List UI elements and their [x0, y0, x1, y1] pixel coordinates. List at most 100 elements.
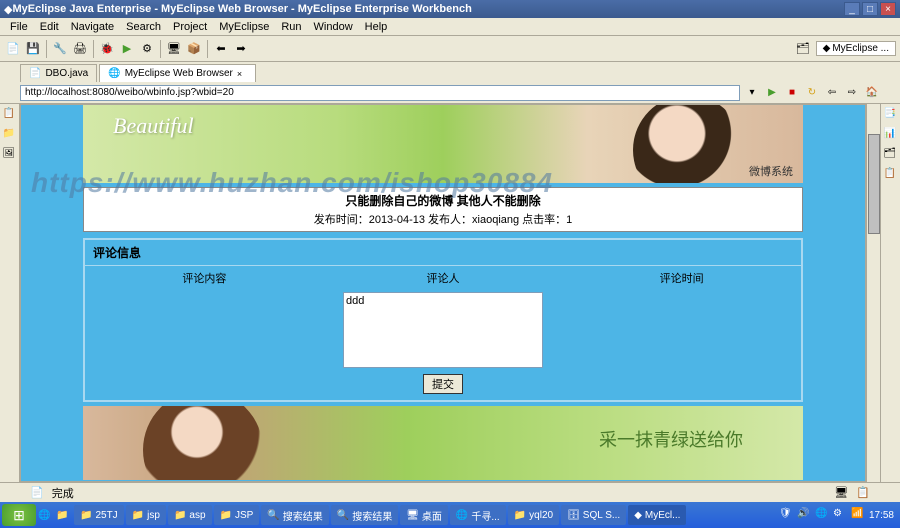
window-controls: _ □ × — [844, 2, 896, 16]
menu-file[interactable]: File — [4, 21, 34, 33]
debug-icon[interactable]: 🐞 — [98, 40, 116, 58]
task-item[interactable]: 🗄SQL S... — [561, 505, 626, 525]
task-item[interactable]: 📁asp — [168, 505, 212, 525]
toolbar: 📄 💾 🔧 🖨 🐞 ▶ ⚙ 🖥 📦 ⬅ ➡ 🗂 ◆ MyEclipse ... — [0, 36, 900, 62]
separator — [46, 40, 47, 58]
editor-area: 📋 📁 🖼 https://www.huzhan.com/ishop30884 … — [0, 104, 900, 482]
browser-viewport: https://www.huzhan.com/ishop30884 Beauti… — [20, 104, 866, 482]
tray-icon[interactable]: 🌐 — [815, 508, 829, 522]
col-author: 评论人 — [324, 270, 563, 286]
comment-form — [85, 290, 801, 374]
comment-header: 评论信息 — [85, 240, 801, 266]
col-time: 评论时间 — [562, 270, 801, 286]
status-bar: 📄 完成 🖥 📋 — [0, 482, 900, 502]
forward-icon[interactable]: ➡ — [232, 40, 250, 58]
new-icon[interactable]: 📄 — [4, 40, 22, 58]
status-icon-right: 🖥 — [834, 486, 848, 499]
clock[interactable]: 17:58 — [869, 510, 894, 521]
close-button[interactable]: × — [880, 2, 896, 16]
external-icon[interactable]: ⚙ — [138, 40, 156, 58]
scroll-thumb[interactable] — [868, 134, 880, 234]
window-titlebar: ◆ MyEclipse Java Enterprise - MyEclipse … — [0, 0, 900, 18]
java-file-icon: 📄 — [29, 68, 41, 79]
run-icon[interactable]: ▶ — [118, 40, 136, 58]
col-content: 评论内容 — [85, 270, 324, 286]
quicklaunch-icon[interactable]: 📁 — [56, 510, 72, 521]
post-section: 只能删除自己的微博 其他人不能删除 发布时间：2013-04-13 发布人：xi… — [83, 187, 803, 232]
view-icon[interactable]: 🗂 — [884, 148, 898, 162]
menu-window[interactable]: Window — [308, 21, 359, 33]
outline-icon[interactable]: 📑 — [884, 108, 898, 122]
close-tab-icon[interactable]: × — [237, 69, 247, 79]
submit-button[interactable]: 提交 — [423, 374, 463, 394]
maximize-button[interactable]: □ — [862, 2, 878, 16]
print-icon[interactable]: 🖨 — [71, 40, 89, 58]
perspective-switcher-icon[interactable]: 🗂 — [794, 40, 812, 58]
back-icon[interactable]: ⬅ — [212, 40, 230, 58]
nav-forward-icon[interactable]: ⇨ — [844, 85, 860, 101]
comment-box: 评论信息 评论内容 评论人 评论时间 提交 — [83, 238, 803, 402]
nav-back-icon[interactable]: ⇦ — [824, 85, 840, 101]
status-icon-right: 📋 — [856, 486, 870, 499]
separator — [160, 40, 161, 58]
menu-navigate[interactable]: Navigate — [65, 21, 120, 33]
save-icon[interactable]: 💾 — [24, 40, 42, 58]
comment-textarea[interactable] — [343, 292, 543, 368]
menu-project[interactable]: Project — [167, 21, 213, 33]
start-button[interactable]: ⊞ — [2, 504, 36, 526]
task-item-active[interactable]: ◆MyEcl... — [628, 505, 686, 525]
status-text: 完成 — [52, 485, 74, 501]
banner-top-text: Beautiful — [113, 113, 194, 139]
perspective-label: MyEclipse ... — [832, 43, 889, 54]
menu-help[interactable]: Help — [359, 21, 394, 33]
post-title: 只能删除自己的微博 其他人不能删除 — [84, 192, 802, 209]
stop-icon[interactable]: ■ — [784, 85, 800, 101]
tab-label: DBO.java — [45, 68, 88, 79]
perspective-button[interactable]: ◆ MyEclipse ... — [816, 41, 896, 56]
task-item[interactable]: 🖥桌面 — [400, 505, 448, 525]
myeclipse-icon: ◆ — [823, 43, 831, 54]
url-input[interactable] — [20, 85, 740, 101]
task-item[interactable]: 🔍搜索结果 — [331, 505, 398, 525]
window-title: MyEclipse Java Enterprise - MyEclipse We… — [12, 3, 844, 15]
menu-run[interactable]: Run — [275, 21, 307, 33]
server-icon[interactable]: 🖥 — [165, 40, 183, 58]
banner-bottom-text: 采一抹青绿送给你 — [599, 426, 743, 452]
tray-icon[interactable]: 🔊 — [797, 508, 811, 522]
tool-icon[interactable]: 🔧 — [51, 40, 69, 58]
quicklaunch-icon[interactable]: 🌐 — [38, 510, 54, 521]
submit-row: 提交 — [85, 374, 801, 400]
tab-dbo-java[interactable]: 📄 DBO.java — [20, 64, 97, 82]
view-icon[interactable]: 🖼 — [3, 148, 17, 162]
separator — [207, 40, 208, 58]
dropdown-icon[interactable]: ▾ — [744, 85, 760, 101]
banner-top-sub: 微博系统 — [749, 163, 793, 179]
home-icon[interactable]: 🏠 — [864, 85, 880, 101]
view-icon[interactable]: 📋 — [884, 168, 898, 182]
task-item[interactable]: 📁jsp — [126, 505, 166, 525]
deploy-icon[interactable]: 📦 — [185, 40, 203, 58]
task-item[interactable]: 📁JSP — [214, 505, 260, 525]
menu-myeclipse[interactable]: MyEclipse — [213, 21, 275, 33]
minimize-button[interactable]: _ — [844, 2, 860, 16]
task-item[interactable]: 📁25TJ — [74, 505, 124, 525]
system-tray: 🛡 🔊 🌐 ⚙ 📶 17:58 — [779, 508, 898, 522]
tray-icon[interactable]: ⚙ — [833, 508, 847, 522]
tray-icon[interactable]: 🛡 — [779, 508, 793, 522]
task-item[interactable]: 🔍搜索结果 — [261, 505, 328, 525]
left-trim: 📋 📁 🖼 — [0, 104, 20, 482]
view-icon[interactable]: 📊 — [884, 128, 898, 142]
tray-icon[interactable]: 📶 — [851, 508, 865, 522]
app-icon: ◆ — [4, 3, 12, 16]
comment-columns: 评论内容 评论人 评论时间 — [85, 266, 801, 290]
view-icon[interactable]: 📁 — [3, 128, 17, 142]
refresh-icon[interactable]: ↻ — [804, 85, 820, 101]
tab-web-browser[interactable]: 🌐 MyEclipse Web Browser × — [99, 64, 256, 82]
vertical-scrollbar[interactable] — [866, 104, 880, 482]
menu-search[interactable]: Search — [120, 21, 167, 33]
view-icon[interactable]: 📋 — [3, 108, 17, 122]
task-item[interactable]: 📁yql20 — [508, 505, 559, 525]
menu-edit[interactable]: Edit — [34, 21, 65, 33]
task-item[interactable]: 🌐千寻... — [450, 505, 506, 525]
go-icon[interactable]: ▶ — [764, 85, 780, 101]
